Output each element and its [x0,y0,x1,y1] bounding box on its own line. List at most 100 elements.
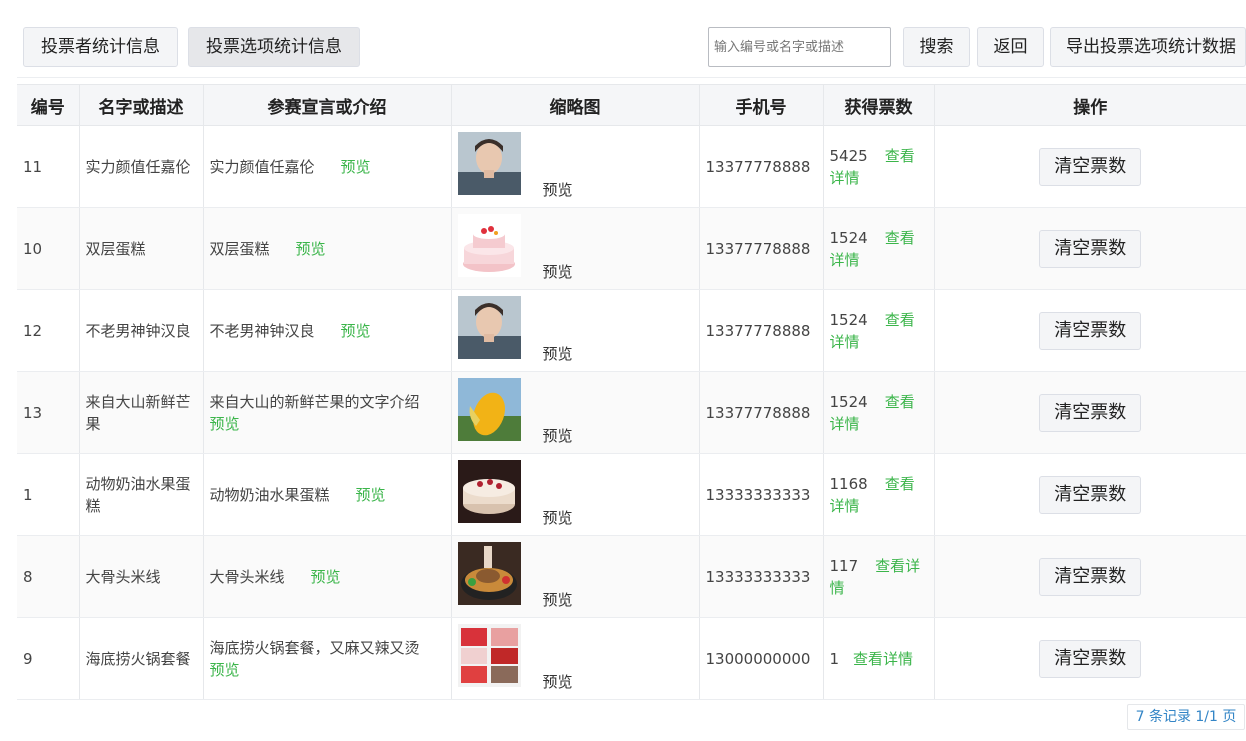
header-name: 名字或描述 [79,84,204,126]
cream-cake-thumbnail-icon [457,460,521,523]
intro-preview-link[interactable]: 预览 [210,661,240,679]
table-header-row: 编号 名字或描述 参赛宣言或介绍 缩略图 手机号 获得票数 操作 [17,84,1246,126]
intro-text: 大骨头米线 [209,567,285,586]
intro-preview-link[interactable]: 预览 [296,240,326,258]
thumbnail-preview-link[interactable]: 预览 [543,671,573,692]
view-details-link[interactable]: 查看详情 [853,650,913,668]
intro-preview-link[interactable]: 预览 [311,568,341,586]
cell-action: 清空票数 [934,289,1246,372]
cell-action: 清空票数 [934,125,1246,208]
cell-thumbnail: 预览 [451,289,700,372]
export-button[interactable]: 导出投票选项统计数据 [1050,27,1246,67]
cell-id: 11 [17,125,80,208]
cell-phone: 13333333333 [699,535,824,618]
cell-intro: 双层蛋糕 预览 [203,207,452,290]
table-row: 1 动物奶油水果蛋糕 动物奶油水果蛋糕 预览 预览 13333333333 1168 查看详情… [17,453,1246,536]
cell-action: 清空票数 [934,535,1246,618]
clear-votes-button[interactable]: 清空票数 [1039,229,1142,268]
cell-thumbnail: 预览 [451,125,700,208]
table-row: 10 双层蛋糕 双层蛋糕 预览 预览 13377778888 1524 查看详情 清空票数 [17,207,1246,290]
cell-phone: 13333333333 [699,453,824,536]
thumbnail-preview-link[interactable]: 预览 [543,179,573,200]
clear-votes-button[interactable]: 清空票数 [1039,311,1142,350]
intro-preview-link[interactable]: 预览 [341,322,371,340]
option-name: 不老男神钟汉良 [85,321,191,340]
voter-stats-button[interactable]: 投票者统计信息 [23,27,178,67]
clear-votes-button[interactable]: 清空票数 [1039,557,1142,596]
mango-thumbnail-icon [457,378,521,441]
cell-name: 海底捞火锅套餐 [79,617,204,700]
cell-votes: 1524 查看详情 [823,371,935,454]
intro-text: 来自大山的新鲜芒果的文字介绍 [209,392,420,411]
vote-options-table: 编号 名字或描述 参赛宣言或介绍 缩略图 手机号 获得票数 操作 11 实力颜值任… [17,84,1246,700]
intro-text: 不老男神钟汉良 [209,321,315,340]
vote-count: 1168 [829,474,868,493]
cell-id: 10 [17,207,80,290]
search-input[interactable] [708,27,891,67]
cell-thumbnail: 预览 [451,371,700,454]
option-name: 来自大山新鲜芒果 [85,392,191,433]
cell-votes: 1524 查看详情 [823,289,935,372]
table-row: 13 来自大山新鲜芒果 来自大山的新鲜芒果的文字介绍 预览 预览 13377778888 1… [17,371,1246,454]
intro-preview-link[interactable]: 预览 [341,158,371,176]
cell-thumbnail: 预览 [451,453,700,536]
option-name: 实力颜值任嘉伦 [85,157,191,176]
thumbnail-preview-link[interactable]: 预览 [543,589,573,610]
cell-name: 双层蛋糕 [79,207,204,290]
cell-votes: 1524 查看详情 [823,207,935,290]
cell-phone: 13377778888 [699,371,824,454]
cell-action: 清空票数 [934,617,1246,700]
cell-intro: 动物奶油水果蛋糕 预览 [203,453,452,536]
cell-votes: 117 查看详情 [823,535,935,618]
cell-thumbnail: 预览 [451,617,700,700]
cell-thumbnail: 预览 [451,207,700,290]
header-intro: 参赛宣言或介绍 [203,84,452,126]
hotpot-thumbnail-icon [457,624,521,687]
vote-count: 1 [829,649,840,668]
cell-id: 1 [17,453,80,536]
thumbnail-preview-link[interactable]: 预览 [543,343,573,364]
search-button[interactable]: 搜索 [903,27,970,67]
cell-intro: 实力颜值任嘉伦 预览 [203,125,452,208]
intro-preview-link[interactable]: 预览 [210,415,240,433]
header-action: 操作 [934,84,1246,126]
header-phone: 手机号 [699,84,824,126]
clear-votes-button[interactable]: 清空票数 [1039,475,1142,514]
cell-intro: 海底捞火锅套餐，又麻又辣又烫 预览 [203,617,452,700]
clear-votes-button[interactable]: 清空票数 [1039,147,1142,186]
clear-votes-button[interactable]: 清空票数 [1039,393,1142,432]
cell-phone: 13377778888 [699,125,824,208]
cell-thumbnail: 预览 [451,535,700,618]
cell-name: 实力颜值任嘉伦 [79,125,204,208]
header-votes: 获得票数 [823,84,935,126]
toolbar-divider [17,77,1246,78]
cell-action: 清空票数 [934,207,1246,290]
intro-text: 双层蛋糕 [209,239,270,258]
cell-name: 大骨头米线 [79,535,204,618]
thumbnail-preview-link[interactable]: 预览 [543,261,573,282]
option-name: 大骨头米线 [85,567,161,586]
cell-phone: 13377778888 [699,207,824,290]
cake-thumbnail-icon [457,214,521,277]
noodle-thumbnail-icon [457,542,521,605]
back-button[interactable]: 返回 [977,27,1044,67]
clear-votes-button[interactable]: 清空票数 [1039,639,1142,678]
cell-phone: 13000000000 [699,617,824,700]
option-stats-button[interactable]: 投票选项统计信息 [188,27,360,67]
option-name: 动物奶油水果蛋糕 [85,474,191,515]
vote-count: 5425 [829,146,868,165]
cell-id: 13 [17,371,80,454]
cell-intro: 来自大山的新鲜芒果的文字介绍 预览 [203,371,452,454]
portrait-thumbnail-icon [457,296,521,359]
table-row: 12 不老男神钟汉良 不老男神钟汉良 预览 预览 13377778888 1524 查看详情清… [17,289,1246,372]
intro-preview-link[interactable]: 预览 [356,486,386,504]
thumbnail-preview-link[interactable]: 预览 [543,425,573,446]
thumbnail-preview-link[interactable]: 预览 [543,507,573,528]
header-thumbnail: 缩略图 [451,84,700,126]
vote-count: 1524 [829,310,868,329]
vote-count: 1524 [829,228,868,247]
cell-id: 9 [17,617,80,700]
intro-text: 动物奶油水果蛋糕 [209,485,330,504]
header-id: 编号 [17,84,80,126]
table-row: 8 大骨头米线 大骨头米线 预览 预览 13333333333 117 查看详情 清空票数 [17,535,1246,618]
